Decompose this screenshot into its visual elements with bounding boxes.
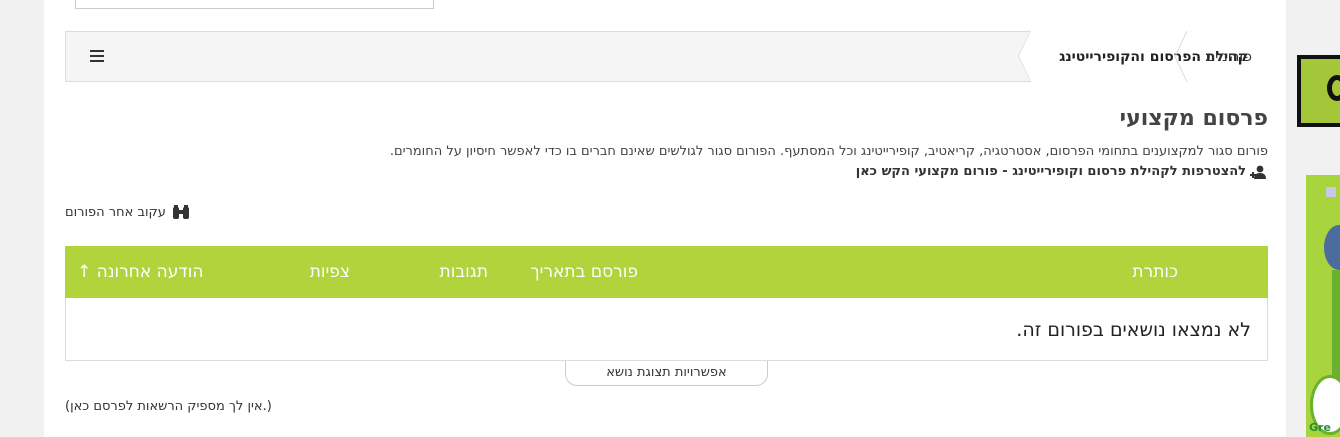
breadcrumb-root[interactable]: פורומים [1206, 31, 1252, 82]
permission-notice: (אין לך מספיק הרשאות לפרסם כאן.) [65, 399, 272, 414]
hamburger-icon[interactable] [90, 50, 104, 62]
col-views[interactable]: צפיות [310, 262, 350, 282]
ad-banner-2[interactable]: Gre [1306, 175, 1340, 437]
topics-table-body: לא נמצאו נושאים בפורום זה. [65, 298, 1268, 361]
ad-banner-1[interactable] [1297, 55, 1340, 127]
page-title: פרסום מקצועי [1119, 106, 1268, 131]
join-link-label[interactable]: להצטרפות לקהילת פרסום וקופירייטינג - פור… [856, 164, 1246, 179]
join-link[interactable]: להצטרפות לקהילת פרסום וקופירייטינג - פור… [856, 164, 1268, 179]
col-replies[interactable]: תגובות [440, 262, 488, 282]
topics-table-header: כותרת פורסם בתאריך תגובות צפיות הודעה אח… [65, 246, 1268, 298]
col-posted-on[interactable]: פורסם בתאריך [531, 262, 638, 282]
top-box [75, 0, 434, 9]
binoculars-icon [172, 205, 189, 219]
topic-display-options-tab[interactable]: אפשרויות תצוגת נושא [565, 361, 768, 386]
follow-forum-link[interactable]: עקוב אחר הפורום [65, 205, 190, 220]
forum-description: פורום סגור למקצוענים בתחומי הפרסום, אסטר… [389, 144, 1268, 159]
breadcrumb-separator [1174, 31, 1188, 82]
ad-text: Gre [1309, 421, 1331, 434]
empty-message: לא נמצאו נושאים בפורום זה. [1016, 319, 1251, 341]
col-title[interactable]: כותרת [1132, 262, 1178, 282]
follow-forum-label[interactable]: עקוב אחר הפורום [65, 205, 166, 220]
user-plus-icon [1250, 165, 1266, 179]
col-last-post[interactable]: הודעה אחרונה ↑ [77, 262, 203, 282]
